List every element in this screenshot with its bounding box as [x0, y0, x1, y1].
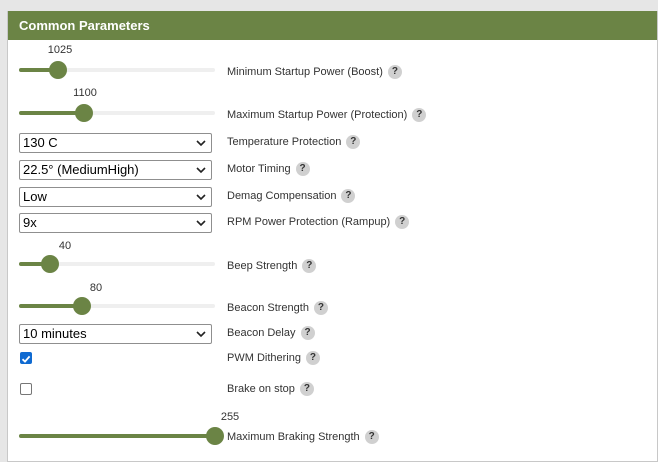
- select-value: 10 minutes: [23, 326, 87, 341]
- pwm-dithering-checkbox[interactable]: [20, 352, 32, 364]
- param-label: Minimum Startup Power (Boost)?: [227, 65, 402, 79]
- select-value: 130 C: [23, 135, 58, 150]
- help-icon[interactable]: ?: [395, 215, 410, 229]
- slider-value: 80: [89, 282, 103, 294]
- help-icon[interactable]: ?: [305, 351, 320, 365]
- param-label: Beep Strength?: [227, 259, 317, 273]
- temperature-protection-select[interactable]: 130 C: [19, 133, 212, 153]
- motor-timing-select[interactable]: 22.5° (MediumHigh): [19, 160, 212, 180]
- slider-thumb[interactable]: [49, 61, 67, 79]
- help-icon[interactable]: ?: [346, 135, 361, 149]
- param-label: Maximum Braking Strength?: [227, 430, 379, 444]
- help-icon[interactable]: ?: [364, 430, 379, 444]
- max-braking-slider[interactable]: [19, 427, 224, 445]
- brake-on-stop-checkbox[interactable]: [20, 383, 32, 395]
- param-label: Beacon Strength?: [227, 301, 328, 315]
- slider-value: 1100: [73, 87, 97, 99]
- help-icon[interactable]: ?: [295, 162, 310, 176]
- chevron-down-icon: [196, 194, 206, 201]
- beacon-delay-select[interactable]: 10 minutes: [19, 324, 212, 344]
- chevron-down-icon: [196, 331, 206, 338]
- checkmark-icon: [21, 355, 31, 363]
- rpm-power-protection-select[interactable]: 9x: [19, 213, 212, 233]
- help-icon[interactable]: ?: [313, 301, 328, 315]
- beep-strength-slider[interactable]: [19, 255, 215, 273]
- help-icon[interactable]: ?: [299, 382, 314, 396]
- chevron-down-icon: [196, 167, 206, 174]
- slider-value: 1025: [47, 44, 73, 56]
- help-icon[interactable]: ?: [412, 108, 427, 122]
- help-icon[interactable]: ?: [302, 259, 317, 273]
- select-value: 22.5° (MediumHigh): [23, 162, 139, 177]
- param-label: Motor Timing?: [227, 162, 310, 176]
- slider-thumb[interactable]: [41, 255, 59, 273]
- param-label: Maximum Startup Power (Protection)?: [227, 108, 427, 122]
- param-label: PWM Dithering?: [227, 351, 320, 365]
- min-startup-slider[interactable]: [19, 61, 215, 79]
- help-icon[interactable]: ?: [300, 326, 315, 340]
- select-value: 9x: [23, 215, 37, 230]
- param-label: Beacon Delay?: [227, 326, 315, 340]
- help-icon[interactable]: ?: [387, 65, 402, 79]
- slider-thumb[interactable]: [73, 297, 91, 315]
- slider-fill: [19, 434, 215, 438]
- help-icon[interactable]: ?: [341, 189, 356, 203]
- param-label: Temperature Protection?: [227, 135, 361, 149]
- slider-value: 40: [58, 240, 72, 252]
- slider-thumb[interactable]: [206, 427, 224, 445]
- param-label: Demag Compensation?: [227, 189, 356, 203]
- panel-title: Common Parameters: [8, 11, 657, 40]
- chevron-down-icon: [196, 220, 206, 227]
- common-parameters-panel: Common Parameters 1025 Minimum Startup P…: [7, 11, 658, 462]
- beacon-strength-slider[interactable]: [19, 297, 215, 315]
- chevron-down-icon: [196, 140, 206, 147]
- select-value: Low: [23, 189, 47, 204]
- param-label: RPM Power Protection (Rampup)?: [227, 215, 410, 229]
- param-label: Brake on stop?: [227, 382, 314, 396]
- slider-value: 255: [220, 411, 240, 423]
- max-startup-slider[interactable]: [19, 104, 215, 122]
- slider-thumb[interactable]: [75, 104, 93, 122]
- demag-compensation-select[interactable]: Low: [19, 187, 212, 207]
